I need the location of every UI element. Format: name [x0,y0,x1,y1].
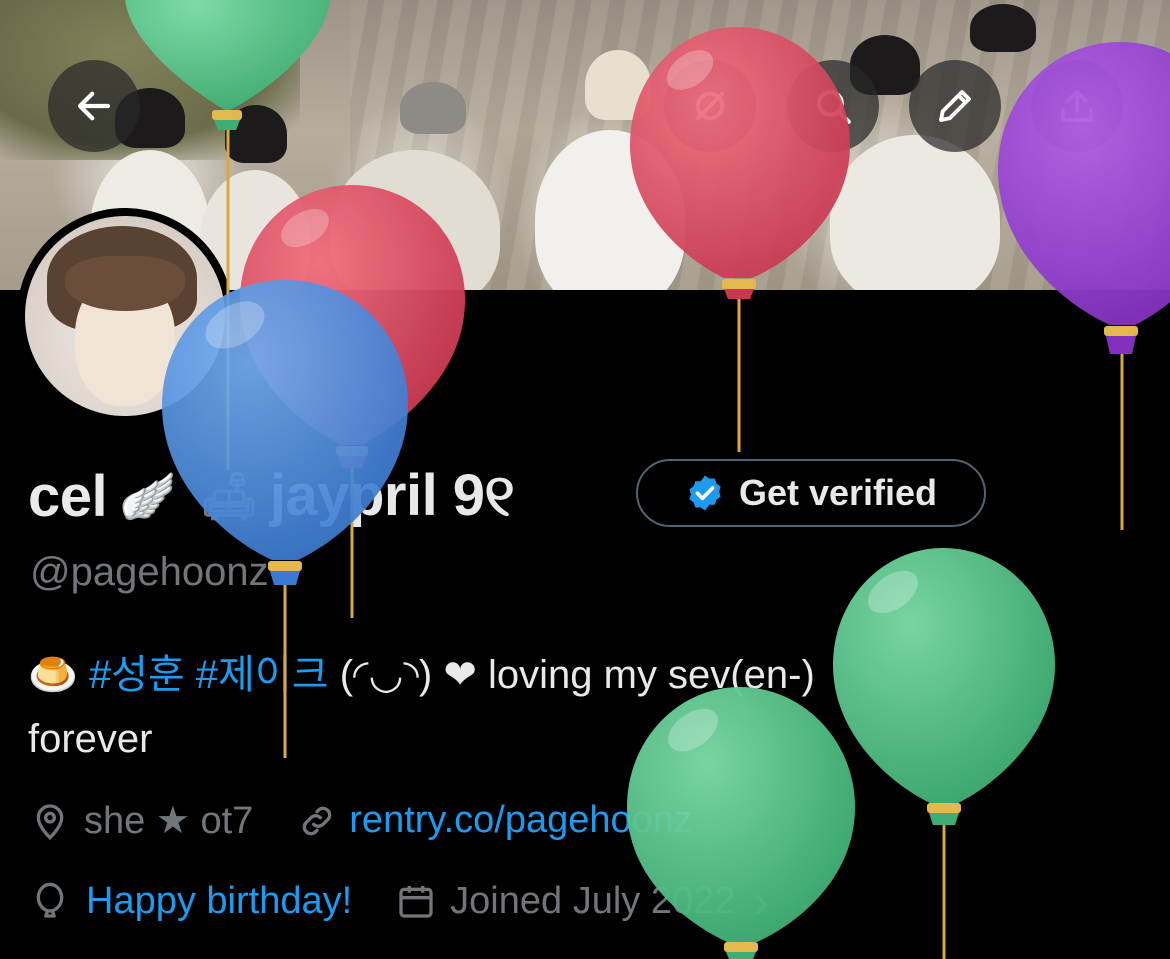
back-arrow-icon [77,91,111,121]
heart-emoji: ❤ [443,653,477,697]
get-verified-button[interactable]: Get verified [636,459,986,527]
profile-meta-row: Happy birthday! Joined July 2022 › [30,874,769,928]
edit-button[interactable] [909,60,1001,152]
display-name: cel 🪽 🛋 jaypril 9୧ [28,460,515,532]
profile-meta-row: she ★ ot7 rentry.co/pagehoonz [30,798,693,843]
banner-hair [970,4,1036,52]
website-link[interactable]: rentry.co/pagehoonz [349,799,693,842]
birthday-text[interactable]: Happy birthday! [86,880,352,923]
pencil-icon [939,90,971,122]
get-verified-label: Get verified [738,472,938,513]
location-pin-icon [36,803,64,840]
banner-hair [585,50,651,120]
bio-text-line2: forever [28,717,153,761]
chevron-right-icon[interactable]: › [753,874,768,928]
share-button[interactable] [1031,60,1123,152]
banner-hair [400,82,466,134]
avatar[interactable] [17,208,233,424]
banner-hair [225,105,287,163]
hashtag-link[interactable]: #제이크 [196,653,329,697]
grok-icon [695,91,725,121]
bio: 🍮 #성훈 #제이크 (◜◡◝) ❤ loving my sev(en-) fo… [28,643,1128,771]
hashtag-link[interactable]: #성훈 [89,653,185,697]
sofa-emoji: 🛋 [199,469,258,522]
joined-date: Joined July 2022 [450,879,736,922]
share-icon [1061,90,1093,122]
avatar-image [25,216,225,416]
bio-kaomoji: (◜◡◝) [339,653,433,697]
search-button[interactable] [787,60,879,152]
grok-button[interactable] [664,60,756,152]
pudding-emoji: 🍮 [28,653,78,697]
link-icon [302,806,332,835]
display-name-part2: jaypril 9୧ [269,463,515,528]
balloon-icon [36,882,64,918]
location-text: she ★ ot7 [84,800,254,842]
calendar-icon [399,886,433,918]
back-button[interactable] [48,60,140,152]
bio-text: loving my sev(en-) [488,653,815,697]
search-icon [816,89,851,124]
verified-badge-icon [689,475,721,511]
display-name-part1: cel [28,463,108,529]
wing-emoji: 🪽 [119,469,176,522]
avatar-bangs [65,256,185,311]
username-handle: @pagehoonz [30,550,269,594]
